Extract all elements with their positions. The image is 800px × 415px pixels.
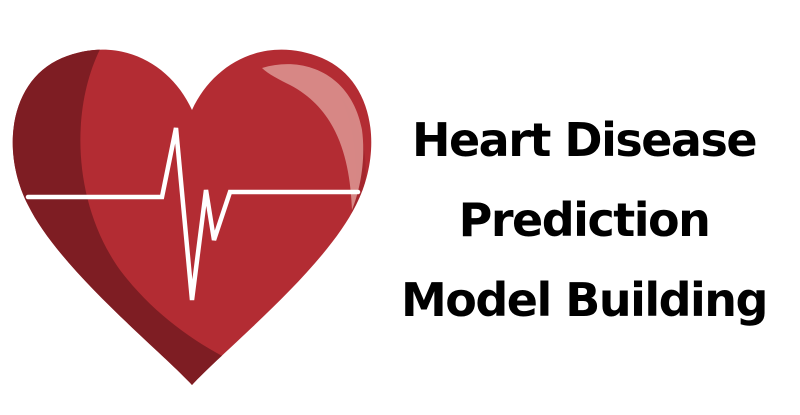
title-line-2: Prediction: [458, 193, 711, 247]
heart-icon: [12, 49, 372, 385]
title-line-3: Model Building: [400, 273, 769, 327]
banner: Heart Disease Prediction Model Building: [0, 0, 800, 415]
title-line-1: Heart Disease: [411, 113, 758, 167]
title-block: Heart Disease Prediction Model Building: [368, 100, 800, 340]
